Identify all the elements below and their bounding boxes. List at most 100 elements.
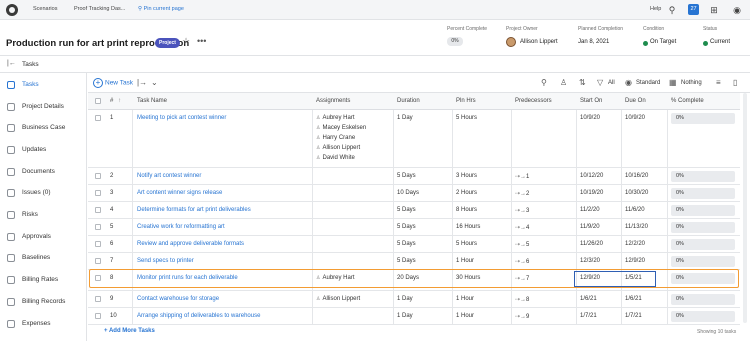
- project-owner-value[interactable]: Allison Lippert: [520, 39, 558, 45]
- sort-arrow-icon[interactable]: ↑: [118, 98, 121, 104]
- tab-scenarios[interactable]: Scenarios: [33, 6, 57, 12]
- table-row[interactable]: 10 Arrange shipping of deliverables to wa…: [88, 308, 740, 325]
- predecessor-cell[interactable]: ⇢→8: [515, 296, 529, 303]
- sidebar-item-billing-rates[interactable]: Billing Rates: [0, 270, 87, 290]
- due-on-cell[interactable]: 11/6/20: [625, 207, 645, 213]
- add-more-tasks-button[interactable]: + Add More Tasks: [104, 328, 155, 334]
- notifications-badge[interactable]: 27: [688, 4, 699, 15]
- status-value[interactable]: Current: [710, 39, 730, 45]
- task-name-link[interactable]: Notify art contest winner: [137, 173, 201, 179]
- planned-hours-cell[interactable]: 5 Hours: [456, 241, 477, 247]
- duration-cell[interactable]: 5 Days: [397, 258, 416, 264]
- planned-hours-cell[interactable]: 1 Hour: [456, 258, 474, 264]
- start-on-cell[interactable]: 11/9/20: [580, 224, 600, 230]
- sidebar-item-expenses[interactable]: Expenses: [0, 314, 87, 334]
- assignment-item[interactable]: ♙ Aubrey Hart: [316, 115, 355, 121]
- predecessor-cell[interactable]: ⇢→5: [515, 241, 529, 248]
- condition-value[interactable]: On Target: [650, 39, 676, 45]
- row-checkbox[interactable]: [95, 313, 101, 319]
- collapse-sidebar-icon[interactable]: |←: [7, 60, 16, 67]
- assignment-item[interactable]: ♙ Allison Lippert: [316, 145, 360, 151]
- table-row[interactable]: 9 Contact warehouse for storage ♙ Allison L…: [88, 291, 740, 308]
- duration-cell[interactable]: 5 Days: [397, 173, 416, 179]
- planned-hours-cell[interactable]: 1 Hour: [456, 313, 474, 319]
- col-planned-hours[interactable]: Pln Hrs: [456, 98, 476, 104]
- list-view-icon[interactable]: ≡: [716, 78, 721, 87]
- percent-complete-cell[interactable]: 0%: [671, 113, 735, 124]
- assignment-item[interactable]: ♙ Macey Eskelsen: [316, 125, 366, 131]
- assignment-item[interactable]: ♙ Allison Lippert: [316, 296, 360, 302]
- start-on-cell[interactable]: 1/7/21: [580, 313, 597, 319]
- indent-arrow-icon[interactable]: |→: [137, 78, 147, 87]
- start-on-cell[interactable]: 1/6/21: [580, 296, 597, 302]
- row-checkbox[interactable]: [95, 258, 101, 264]
- panel-toggle-icon[interactable]: ▯: [733, 78, 737, 87]
- predecessor-cell[interactable]: ⇢→3: [515, 207, 529, 214]
- task-name-link[interactable]: Creative work for reformatting art: [137, 224, 225, 230]
- more-options-icon[interactable]: •••: [197, 36, 206, 46]
- col-duration[interactable]: Duration: [397, 98, 420, 104]
- percent-complete-cell[interactable]: 0%: [671, 222, 735, 233]
- planned-hours-cell[interactable]: 2 Hours: [456, 190, 477, 196]
- table-row[interactable]: 2 Notify art contest winner 5 Days 3 Hours ⇢…: [88, 168, 740, 185]
- duration-cell[interactable]: 5 Days: [397, 207, 416, 213]
- sidebar-item-documents[interactable]: Documents: [0, 162, 87, 182]
- start-on-cell[interactable]: 10/19/20: [580, 190, 603, 196]
- sidebar-item-tasks[interactable]: Tasks: [0, 75, 87, 95]
- task-name-link[interactable]: Contact warehouse for storage: [137, 296, 219, 302]
- task-name-link[interactable]: Determine formats for art print delivera…: [137, 207, 251, 213]
- row-checkbox[interactable]: [95, 115, 101, 121]
- predecessor-cell[interactable]: ⇢→9: [515, 313, 529, 320]
- col-predecessors[interactable]: Predecessors: [515, 98, 552, 104]
- due-on-cell[interactable]: 1/6/21: [625, 296, 642, 302]
- col-percent-complete[interactable]: % Complete: [671, 98, 704, 104]
- assignment-item[interactable]: ♙ Harry Crane: [316, 135, 355, 141]
- due-on-cell[interactable]: 12/2/20: [625, 241, 645, 247]
- predecessor-cell[interactable]: ⇢→1: [515, 173, 529, 180]
- filter-icon[interactable]: ▽: [597, 78, 603, 87]
- apps-grid-icon[interactable]: ⊞: [708, 4, 720, 16]
- start-on-cell[interactable]: 12/3/20: [580, 258, 600, 264]
- grouping-value[interactable]: Nothing: [681, 80, 702, 86]
- table-row[interactable]: 6 Review and approve deliverable formats 5…: [88, 236, 740, 253]
- row-checkbox[interactable]: [95, 207, 101, 213]
- sidebar-item-baselines[interactable]: Baselines: [0, 248, 87, 268]
- percent-complete-cell[interactable]: 0%: [671, 294, 735, 305]
- grouping-icon[interactable]: ▦: [669, 78, 677, 87]
- percent-complete-cell[interactable]: 0%: [671, 171, 735, 182]
- planned-hours-cell[interactable]: 3 Hours: [456, 173, 477, 179]
- chevron-down-icon[interactable]: ⌄: [151, 78, 158, 87]
- vertical-scrollbar[interactable]: [743, 93, 747, 323]
- planned-completion-value[interactable]: Jan 8, 2021: [578, 39, 609, 45]
- percent-complete-cell[interactable]: 0%: [671, 256, 735, 267]
- planned-hours-cell[interactable]: 16 Hours: [456, 224, 480, 230]
- pin-current-page-link[interactable]: ⚲ Pin current page: [138, 6, 184, 12]
- predecessor-cell[interactable]: ⇢→6: [515, 258, 529, 265]
- sidebar-item-business-case[interactable]: Business Case: [0, 118, 87, 138]
- percent-complete-cell[interactable]: 0%: [671, 188, 735, 199]
- predecessor-cell[interactable]: ⇢→4: [515, 224, 529, 231]
- table-row[interactable]: 1 Meeting to pick art contest winner ♙ Aubr…: [88, 110, 740, 168]
- sidebar-item-project-details[interactable]: Project Details: [0, 97, 87, 117]
- app-logo-icon[interactable]: [6, 4, 18, 16]
- assign-user-icon[interactable]: ♙: [560, 78, 567, 87]
- percent-complete-cell[interactable]: 0%: [671, 205, 735, 216]
- row-checkbox[interactable]: [95, 241, 101, 247]
- row-checkbox[interactable]: [95, 224, 101, 230]
- sidebar-item-issues[interactable]: Issues (0): [0, 183, 87, 203]
- sort-icon[interactable]: ⇅: [579, 78, 586, 87]
- planned-hours-cell[interactable]: 8 Hours: [456, 207, 477, 213]
- predecessor-cell[interactable]: ⇢→2: [515, 190, 529, 197]
- start-on-cell[interactable]: 11/2/20: [580, 207, 600, 213]
- task-name-link[interactable]: Send specs to printer: [137, 258, 194, 264]
- planned-hours-cell[interactable]: 1 Hour: [456, 296, 474, 302]
- col-task-name[interactable]: Task Name: [137, 98, 167, 104]
- new-task-button[interactable]: + New Task: [93, 78, 133, 88]
- duration-cell[interactable]: 1 Day: [397, 296, 413, 302]
- start-on-cell[interactable]: 10/9/20: [580, 115, 600, 121]
- duration-cell[interactable]: 1 Day: [397, 313, 413, 319]
- sidebar-item-approvals[interactable]: Approvals: [0, 227, 87, 247]
- task-name-link[interactable]: Arrange shipping of deliverables to ware…: [137, 313, 260, 319]
- assignment-item[interactable]: ♙ David White: [316, 155, 355, 161]
- row-checkbox[interactable]: [95, 173, 101, 179]
